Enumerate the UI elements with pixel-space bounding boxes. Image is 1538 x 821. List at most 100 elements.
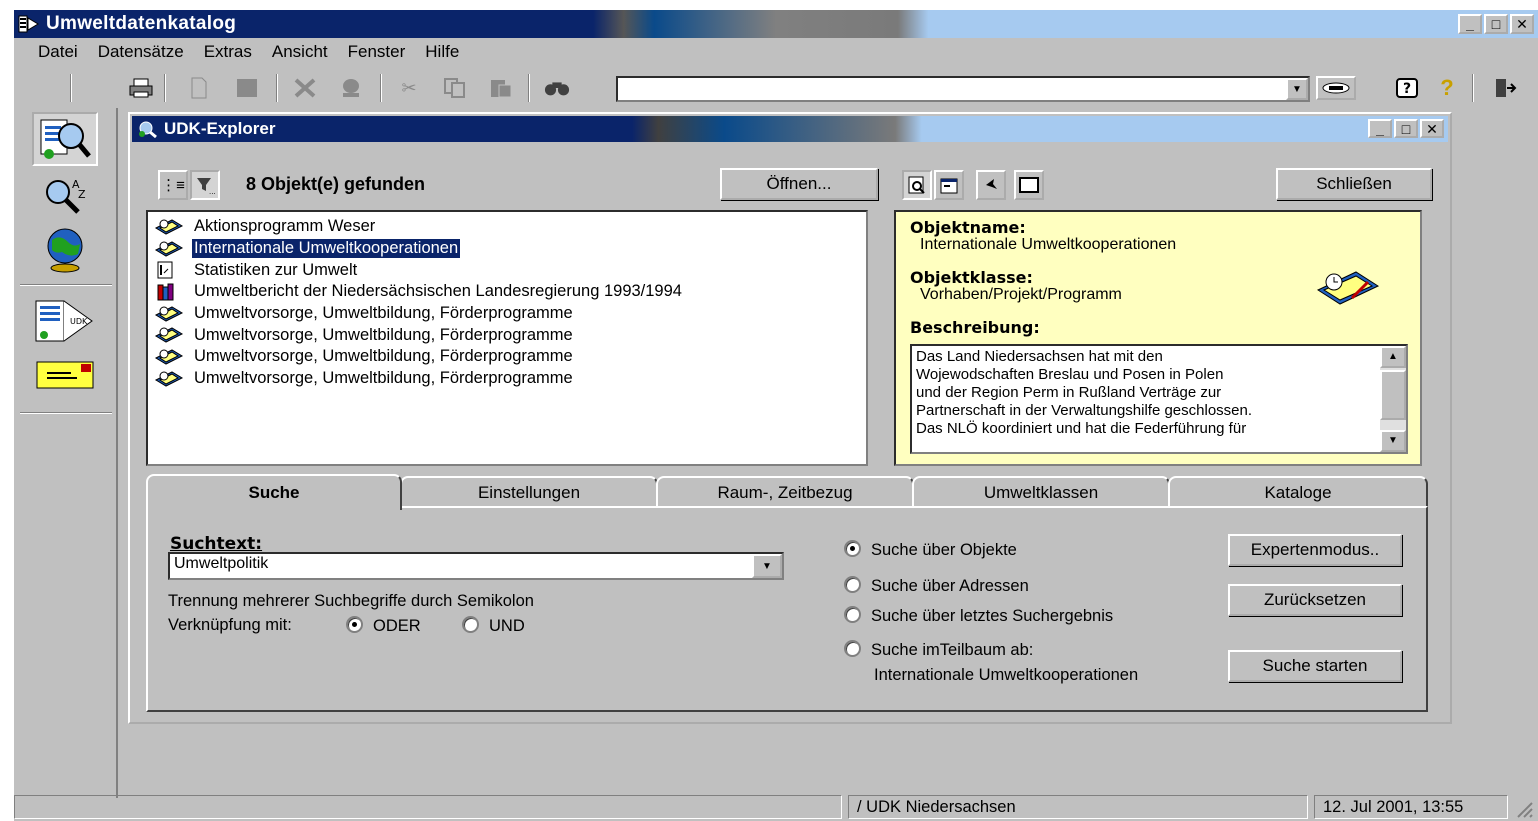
result-list[interactable]: Aktionsprogramm Weser Internationale Umwe… (146, 210, 868, 466)
explorer-minimize-button[interactable]: _ (1368, 119, 1392, 138)
object-name-label: Objektname: (910, 218, 1026, 237)
list-item[interactable]: Internationale Umweltkooperationen (152, 238, 866, 260)
paste-icon[interactable] (488, 76, 514, 100)
radio-button[interactable] (844, 606, 861, 623)
stamp-icon[interactable] (338, 76, 364, 100)
list-item-label: Aktionsprogramm Weser (194, 217, 376, 236)
tab-einstellungen[interactable]: Einstellungen (400, 476, 658, 508)
menu-ansicht[interactable]: Ansicht (262, 40, 338, 66)
cut-icon[interactable]: ✂ (396, 76, 422, 100)
scroll-up-icon[interactable]: ▲ (1380, 346, 1406, 368)
address-combo[interactable]: ▼ (616, 76, 1310, 102)
tab-suche[interactable]: Suche (146, 474, 402, 510)
scroll-down-icon[interactable]: ▼ (1380, 430, 1406, 452)
project-icon (152, 240, 186, 258)
radio-scope-last[interactable]: Suche über letztes Suchergebnis (844, 606, 1113, 626)
list-item-label: Umweltvorsorge, Umweltbildung, Förderpro… (194, 304, 573, 323)
udk-documents-icon[interactable]: UDK (32, 294, 98, 348)
globe-icon[interactable] (32, 222, 98, 276)
help-icon[interactable]: ? (1394, 76, 1420, 100)
filter-toggle[interactable]: ... (190, 170, 220, 200)
close-button[interactable]: ✕ (1510, 14, 1534, 34)
description-text[interactable]: Das Land Niedersachsen hat mit den Wojew… (910, 344, 1408, 454)
minimize-button[interactable]: _ (1458, 14, 1482, 34)
window-toggle[interactable] (1014, 170, 1044, 200)
whats-this-icon[interactable]: ? (1434, 75, 1460, 100)
search-input-value: Umweltpolitik (174, 555, 269, 572)
menu-datensaetze[interactable]: Datensätze (88, 40, 194, 66)
open-button[interactable]: Öffnen... (720, 168, 878, 200)
project-class-icon (1316, 271, 1380, 305)
description-line: Wojewodschaften Breslau und Posen in Pol… (916, 366, 1224, 383)
find-icon[interactable] (544, 76, 570, 100)
list-item-label: Umweltbericht der Niedersächsischen Land… (194, 282, 682, 301)
tab-raum-zeitbezug[interactable]: Raum-, Zeitbezug (656, 476, 914, 508)
properties-icon (940, 178, 958, 194)
resize-grip-icon[interactable] (1514, 799, 1534, 819)
search-az-icon[interactable]: AZ (32, 168, 98, 222)
mail-icon[interactable] (32, 348, 98, 402)
list-item[interactable]: Umweltbericht der Niedersächsischen Land… (152, 281, 866, 303)
save-icon[interactable] (234, 76, 260, 100)
tree-view-toggle[interactable]: ⋮≡ (158, 170, 188, 200)
list-item[interactable]: Umweltvorsorge, Umweltbildung, Förderpro… (152, 346, 866, 368)
expert-mode-button[interactable]: Expertenmodus.. (1228, 534, 1402, 566)
delete-icon[interactable] (292, 76, 318, 100)
close-explorer-button[interactable]: Schließen (1276, 168, 1432, 200)
menu-fenster[interactable]: Fenster (338, 40, 416, 66)
radio-button[interactable] (462, 616, 479, 633)
radio-scope-addresses[interactable]: Suche über Adressen (844, 576, 1029, 596)
properties-toggle[interactable] (934, 170, 964, 200)
radio-button[interactable] (346, 616, 363, 633)
list-item-label: Internationale Umweltkooperationen (190, 238, 462, 260)
project-icon (152, 218, 186, 236)
menu-extras[interactable]: Extras (194, 40, 262, 66)
menu-datei[interactable]: Datei (28, 40, 88, 66)
app-title: Umweltdatenkatalog (46, 13, 237, 34)
explorer-icon[interactable] (32, 112, 98, 166)
radio-button[interactable] (844, 540, 861, 557)
back-toggle[interactable] (976, 170, 1006, 200)
description-line: Partnerschaft in der Verwaltungshilfe ge… (916, 402, 1253, 419)
description-scrollbar[interactable]: ▲ ▼ (1380, 346, 1406, 452)
menu-hilfe[interactable]: Hilfe (415, 40, 469, 66)
app-titlebar[interactable]: Umweltdatenkatalog _ □ ✕ (14, 10, 1538, 38)
radio-button[interactable] (844, 640, 861, 657)
exit-icon[interactable] (1492, 76, 1518, 100)
details-view-toggle[interactable] (902, 170, 932, 200)
chevron-down-icon[interactable]: ▼ (1286, 78, 1308, 100)
preview-icon (908, 176, 925, 194)
explorer-icon (139, 121, 157, 138)
list-item[interactable]: Statistiken zur Umwelt (152, 259, 866, 281)
radio-und[interactable]: UND (462, 616, 525, 636)
list-item[interactable]: Umweltvorsorge, Umweltbildung, Förderpro… (152, 368, 866, 390)
start-search-button[interactable]: Suche starten (1228, 650, 1402, 682)
explorer-close-button[interactable]: ✕ (1420, 119, 1444, 138)
toolbar-separator (70, 74, 72, 102)
maximize-button[interactable]: □ (1484, 14, 1508, 34)
arrow-left-icon (986, 179, 997, 189)
scope-subtree-label: Suche imTeilbaum ab: (871, 641, 1034, 659)
list-item[interactable]: Aktionsprogramm Weser (152, 216, 866, 238)
search-input[interactable]: Umweltpolitik ▼ (168, 552, 784, 580)
scroll-thumb[interactable] (1380, 370, 1406, 420)
list-item-label: Umweltvorsorge, Umweltbildung, Förderpro… (194, 369, 573, 388)
radio-button[interactable] (844, 576, 861, 593)
chevron-down-icon[interactable]: ▼ (752, 554, 782, 578)
radio-scope-subtree[interactable]: Suche imTeilbaum ab: (844, 640, 1033, 660)
tab-kataloge[interactable]: Kataloge (1168, 476, 1428, 508)
explorer-maximize-button[interactable]: □ (1394, 119, 1418, 138)
explorer-titlebar[interactable]: UDK-Explorer _ □ ✕ (132, 116, 1448, 142)
detail-panel: Objektname: Internationale Umweltkoopera… (894, 210, 1422, 466)
radio-scope-objects[interactable]: Suche über Objekte (844, 540, 1017, 560)
list-item[interactable]: Umweltvorsorge, Umweltbildung, Förderpro… (152, 324, 866, 346)
project-icon (152, 348, 186, 366)
goto-icon[interactable] (1316, 76, 1356, 100)
new-document-icon[interactable] (186, 76, 212, 100)
reset-button[interactable]: Zurücksetzen (1228, 584, 1402, 616)
list-item[interactable]: Umweltvorsorge, Umweltbildung, Förderpro… (152, 303, 866, 325)
copy-icon[interactable] (442, 76, 468, 100)
tab-umweltklassen[interactable]: Umweltklassen (912, 476, 1170, 508)
print-icon[interactable] (128, 76, 154, 100)
radio-oder[interactable]: ODER (346, 616, 421, 636)
